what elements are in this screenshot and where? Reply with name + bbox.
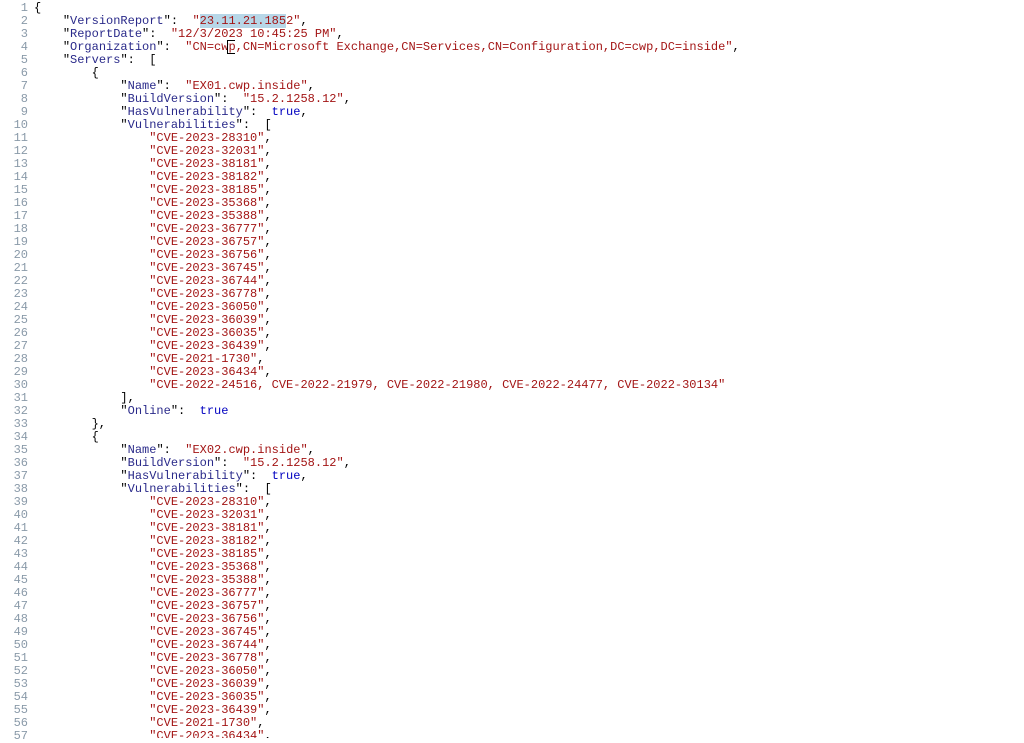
code-line[interactable]: "Servers": [ (34, 54, 1024, 67)
line-number-gutter: 1234567891011121314151617181920212223242… (0, 2, 34, 743)
code-line[interactable]: }, (34, 418, 1024, 431)
line-number: 55 (0, 704, 28, 717)
code-line[interactable]: "CVE-2023-36434", (34, 730, 1024, 738)
line-number: 53 (0, 678, 28, 691)
code-line[interactable]: "Organization": "CN=cwp,CN=Microsoft Exc… (34, 41, 1024, 54)
code-editor[interactable]: 1234567891011121314151617181920212223242… (0, 0, 1024, 743)
line-number: 54 (0, 691, 28, 704)
line-number: 57 (0, 730, 28, 743)
code-area[interactable]: { "VersionReport": "23.11.21.1852", "Rep… (34, 2, 1024, 738)
code-line[interactable]: "CVE-2022-24516, CVE-2022-21979, CVE-202… (34, 379, 1024, 392)
code-line[interactable]: "CVE-2021-1730", (34, 717, 1024, 730)
code-line[interactable]: "Online": true (34, 405, 1024, 418)
line-number: 56 (0, 717, 28, 730)
